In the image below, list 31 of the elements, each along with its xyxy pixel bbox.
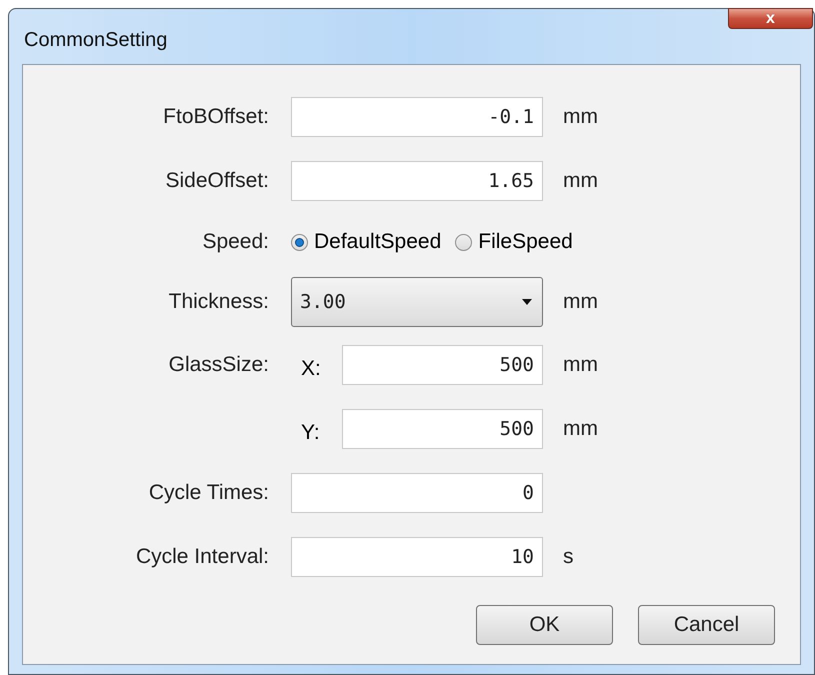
radio-button[interactable] (291, 234, 308, 250)
radio-option[interactable]: DefaultSpeed (291, 226, 442, 258)
caret-icon (522, 299, 532, 305)
close-button[interactable]: x (728, 8, 813, 29)
field-label: Cycle Interval: (136, 544, 269, 570)
radio-option[interactable]: FileSpeed (455, 226, 573, 258)
axis-label: Y: (300, 420, 321, 446)
field-label: GlassSize: (168, 352, 269, 378)
unit-label: mm (563, 416, 598, 442)
window-title: CommonSetting (24, 28, 168, 53)
radio-button[interactable] (455, 234, 472, 250)
input-field[interactable]: 500 (342, 345, 543, 385)
field-label: Thickness: (168, 289, 269, 316)
unit-label: mm (563, 168, 598, 194)
input-field[interactable]: 1.65 (291, 161, 543, 201)
field-label: Speed: (202, 229, 269, 256)
unit-label: mm (563, 289, 598, 316)
input-field[interactable]: 10 (291, 537, 543, 577)
field-label: FtoBOffset: (163, 104, 269, 130)
field-label: SideOffset: (165, 168, 269, 194)
axis-label: X: (300, 356, 322, 382)
input-field[interactable]: -0.1 (291, 97, 543, 137)
input-field[interactable]: 500 (342, 409, 543, 449)
unit-label: mm (563, 104, 598, 130)
unit-label: mm (563, 352, 598, 378)
thickness-dropdown[interactable]: 3.00 (291, 277, 543, 327)
field-label: Cycle Times: (148, 480, 269, 506)
dialog-button[interactable]: Cancel (638, 605, 775, 645)
unit-label: s (563, 544, 574, 570)
dialog-button[interactable]: OK (476, 605, 613, 645)
input-field[interactable]: 0 (291, 473, 543, 513)
